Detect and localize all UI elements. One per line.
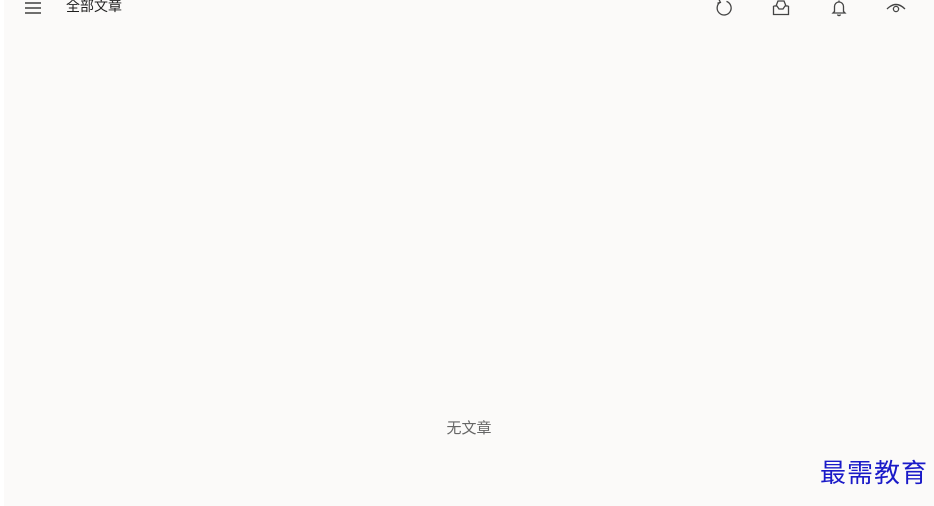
hamburger-menu-icon <box>25 2 41 14</box>
refresh-button[interactable] <box>712 0 736 18</box>
refresh-icon <box>716 0 732 16</box>
view-button[interactable] <box>884 0 908 18</box>
hamburger-menu-button[interactable] <box>22 0 44 16</box>
notifications-button[interactable] <box>827 0 851 18</box>
inbox-button[interactable] <box>769 0 793 18</box>
app-window: 全部文章 无文章 最需教育 <box>4 0 934 506</box>
inbox-icon <box>772 0 790 16</box>
eye-icon <box>886 3 906 13</box>
top-toolbar: 全部文章 <box>4 0 934 18</box>
page-title: 全部文章 <box>66 0 122 15</box>
watermark-logo: 最需教育 <box>819 459 928 489</box>
empty-state-message: 无文章 <box>446 419 492 437</box>
bell-icon <box>831 0 847 17</box>
